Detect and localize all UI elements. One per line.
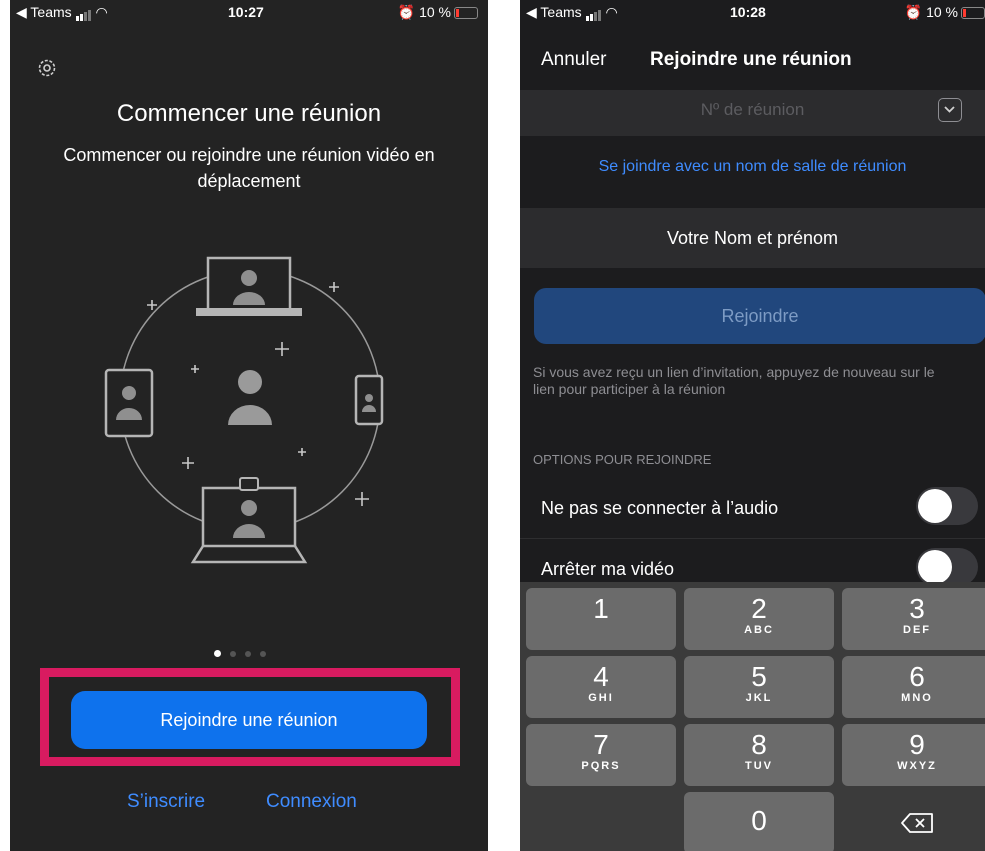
numeric-keypad: 1 2 ABC 3 DEF 4 GHI 5 JKL 6 MNO 7 PQRS 8 TUV 9W…	[520, 582, 985, 851]
signal-icon	[585, 5, 602, 22]
option-no-audio: Ne pas se connecter à l’audio	[520, 478, 985, 539]
signal-icon	[75, 5, 92, 22]
page-subtitle: Commencer ou rejoindre une réunion vidéo…	[63, 145, 435, 191]
options-header: OPTIONS POUR REJOINDRE	[533, 452, 712, 467]
key-7[interactable]: 7 PQRS	[526, 724, 676, 786]
page-indicator	[214, 644, 266, 662]
chevron-down-icon[interactable]	[938, 98, 962, 122]
status-time: 10:28	[730, 4, 766, 20]
signup-link[interactable]: S’inscrire	[127, 791, 205, 813]
key-1[interactable]: 1	[526, 588, 676, 650]
join-meeting-screen: ◀ Teams ◠ 10:28 ⏰ 10 % Annuler Rejoindre…	[520, 0, 985, 851]
join-button[interactable]: Rejoindre	[534, 288, 985, 344]
start-meeting-screen: ◀ Teams ◠ 10:27 ⏰ 10 % Commencer une réu…	[10, 0, 488, 851]
battery-icon	[961, 7, 985, 20]
stop-video-toggle[interactable]	[916, 548, 978, 586]
join-meeting-button[interactable]: Rejoindre une réunion	[71, 691, 427, 749]
nav-bar: Annuler Rejoindre une réunion	[520, 28, 985, 90]
key-8[interactable]: 8 TUV	[684, 724, 834, 786]
backspace-icon[interactable]	[900, 810, 936, 836]
back-to-app-label[interactable]: ◀ Teams	[526, 4, 582, 20]
option-no-audio-label: Ne pas se connecter à l’audio	[541, 498, 779, 518]
key-9[interactable]: 9 WXYZ	[842, 724, 985, 786]
wifi-icon: ◠	[605, 4, 618, 20]
status-time: 10:27	[228, 4, 264, 20]
status-bar: ◀ Teams ◠ 10:28 ⏰ 10 %	[520, 0, 985, 26]
page-title: Rejoindre une réunion	[650, 49, 852, 70]
meeting-illustration	[104, 256, 384, 564]
battery-indicator: ⏰ 10 %	[905, 4, 985, 21]
back-to-app-label[interactable]: ◀ Teams	[16, 4, 72, 20]
key-3[interactable]: 3 DEF	[842, 588, 985, 650]
gear-icon[interactable]	[35, 56, 59, 80]
login-link[interactable]: Connexion	[266, 791, 357, 813]
cancel-button[interactable]: Annuler	[541, 49, 607, 71]
battery-indicator: ⏰ 10 %	[398, 4, 478, 21]
key-0[interactable]: 0	[684, 792, 834, 851]
page-title: Commencer une réunion	[116, 100, 382, 127]
option-stop-video-label: Arrêter ma vidéo	[541, 559, 675, 579]
room-name-link[interactable]: Se joindre avec un nom de salle de réuni…	[520, 158, 985, 176]
no-audio-toggle[interactable]	[916, 487, 978, 525]
battery-icon	[454, 7, 478, 20]
name-field[interactable]: Votre Nom et prénom	[520, 208, 985, 268]
wifi-icon: ◠	[95, 4, 108, 20]
key-4[interactable]: 4 GHI	[526, 656, 676, 718]
meeting-id-row: Nº de réunion	[520, 90, 985, 136]
key-2[interactable]: 2 ABC	[684, 588, 834, 650]
meeting-id-input[interactable]: Nº de réunion	[520, 100, 985, 120]
key-5[interactable]: 5 JKL	[684, 656, 834, 718]
key-6[interactable]: 6 MNO	[842, 656, 985, 718]
name-field-value: Votre Nom et prénom	[666, 228, 839, 248]
status-bar: ◀ Teams ◠ 10:27 ⏰ 10 %	[10, 0, 488, 26]
invite-hint: Si vous avez reçu un lien d’invitation, …	[533, 364, 935, 397]
